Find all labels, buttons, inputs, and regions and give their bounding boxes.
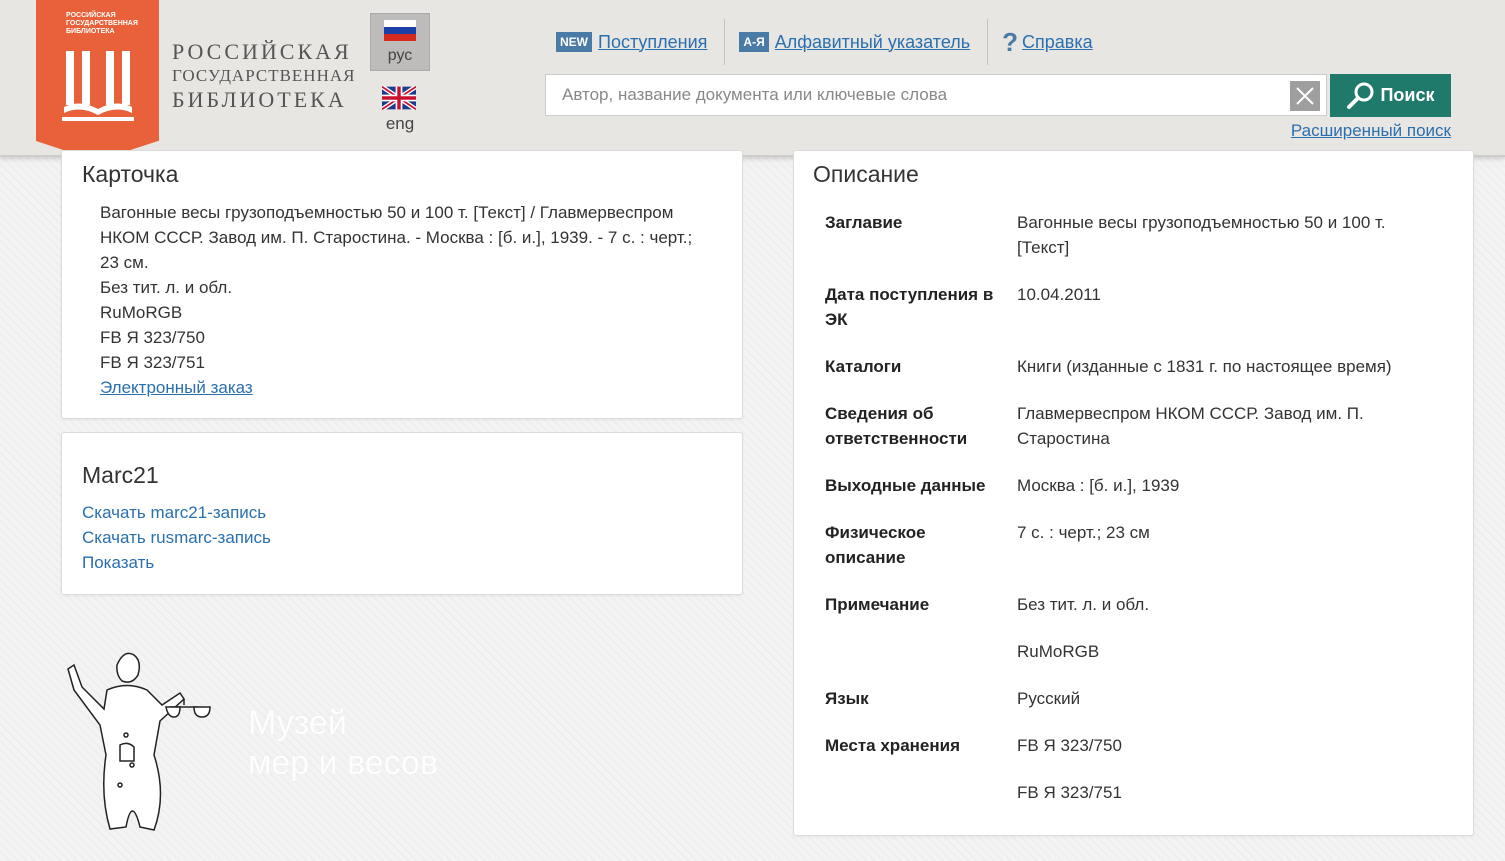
- description-value: Книги (изданные с 1831 г. по настоящее в…: [1017, 357, 1392, 376]
- description-value: FB Я 323/751: [1017, 783, 1122, 802]
- az-badge-icon: А-Я: [739, 32, 769, 52]
- description-key: Сведения об ответственности: [825, 404, 968, 448]
- description-value: Москва : [б. и.], 1939: [1017, 476, 1180, 495]
- card-line: RuMoRGB: [100, 303, 183, 322]
- description-value: Вагонные весы грузоподъемностью 50 и 100…: [1017, 213, 1386, 257]
- description-value: Русский: [1017, 689, 1081, 708]
- library-name-line1: РОССИЙСКАЯ: [172, 39, 352, 64]
- library-columns-icon: [62, 51, 134, 121]
- card-line: Без тит. л. и обл.: [100, 278, 233, 297]
- language-english-label: eng: [385, 114, 415, 133]
- nav-divider: [724, 19, 726, 65]
- card-body: Вагонные весы грузоподъемностью 50 и 100…: [100, 200, 710, 400]
- description-key: Дата поступления в ЭК: [825, 285, 994, 329]
- description-value: 7 с. : черт.; 23 см: [1017, 523, 1150, 542]
- nav-item-help[interactable]: ? Справка: [1002, 27, 1093, 58]
- museum-title-line1: Музей: [248, 704, 347, 742]
- card-title: Карточка: [82, 161, 179, 187]
- museum-figure-with-scales-icon: [67, 652, 211, 831]
- top-navigation: NEW Поступления А-Я Алфавитный указатель…: [556, 19, 1093, 65]
- search-clear-button[interactable]: [1290, 81, 1320, 111]
- close-icon: [1296, 87, 1314, 105]
- description-value: RuMoRGB: [1017, 642, 1100, 661]
- library-logo[interactable]: РОССИЙСКАЯ ГОСУДАРСТВЕННАЯ БИБЛИОТЕКА: [36, 0, 159, 161]
- nav-divider: [987, 19, 989, 65]
- description-key: Выходные данные: [825, 476, 986, 495]
- uk-flag-icon: [382, 86, 416, 110]
- help-question-icon: ?: [1002, 26, 1019, 57]
- language-russian-button[interactable]: рус: [370, 13, 430, 71]
- card-line: Вагонные весы грузоподъемностью 50 и 100…: [100, 203, 693, 272]
- description-value: 10.04.2011: [1017, 285, 1101, 304]
- card-line: FB Я 323/751: [100, 353, 205, 372]
- show-marc-link[interactable]: Показать: [82, 550, 271, 575]
- museum-title-line2: мер и весов: [248, 744, 439, 782]
- language-russian-label: рус: [387, 47, 413, 64]
- advanced-search-link[interactable]: Расширенный поиск: [1291, 121, 1451, 141]
- electronic-order-link[interactable]: Электронный заказ: [100, 378, 253, 397]
- description-panel: Описание Заглавие Вагонные весы грузопод…: [793, 150, 1474, 836]
- language-english-button[interactable]: eng: [382, 86, 418, 134]
- description-value: Главмервеспром НКОМ СССР. Завод им. П. С…: [1017, 404, 1364, 448]
- alphabetical-index-link[interactable]: Алфавитный указатель: [775, 32, 970, 53]
- description-value: FB Я 323/750: [1017, 736, 1122, 755]
- search-box: [545, 74, 1327, 116]
- description-key: Примечание: [825, 595, 930, 614]
- description-key: Заглавие: [825, 213, 903, 232]
- museum-title: Музей мер и весов: [248, 703, 438, 783]
- new-arrivals-link[interactable]: Поступления: [598, 32, 707, 53]
- description-key: Язык: [825, 689, 869, 708]
- nav-item-new-arrivals[interactable]: NEW Поступления: [556, 32, 707, 53]
- search-button-label: Поиск: [1380, 85, 1435, 105]
- museum-banner[interactable]: Музей мер и весов: [62, 645, 482, 835]
- russian-flag-icon: [384, 20, 416, 41]
- nav-item-alphabetical-index[interactable]: А-Я Алфавитный указатель: [739, 32, 970, 53]
- description-key: Каталоги: [825, 357, 902, 376]
- description-title: Описание: [813, 161, 919, 187]
- library-name: РОССИЙСКАЯ ГОСУДАРСТВЕННАЯ БИБЛИОТЕКА: [172, 40, 355, 112]
- search-input[interactable]: [560, 84, 1284, 106]
- description-key: Места хранения: [825, 736, 961, 755]
- description-value: Без тит. л. и обл.: [1017, 595, 1150, 614]
- download-rusmarc-link[interactable]: Скачать rusmarc-запись: [82, 525, 271, 550]
- new-badge-icon: NEW: [556, 32, 592, 52]
- logo-small-text: РОССИЙСКАЯ ГОСУДАРСТВЕННАЯ БИБЛИОТЕКА: [66, 12, 138, 35]
- library-name-line3: БИБЛИОТЕКА: [172, 87, 347, 112]
- library-name-line2: ГОСУДАРСТВЕННАЯ: [172, 66, 356, 85]
- search-button[interactable]: Поиск: [1330, 74, 1451, 117]
- magnifier-icon: [1347, 82, 1374, 109]
- description-key: Физическое описание: [825, 523, 926, 567]
- marc21-title: Marc21: [82, 462, 159, 488]
- help-link[interactable]: Справка: [1022, 32, 1093, 53]
- record-card-panel: Карточка Вагонные весы грузоподъемностью…: [61, 150, 743, 419]
- download-marc21-link[interactable]: Скачать marc21-запись: [82, 500, 271, 525]
- card-line: FB Я 323/750: [100, 328, 205, 347]
- site-header: РОССИЙСКАЯ ГОСУДАРСТВЕННАЯ БИБЛИОТЕКА РО…: [0, 0, 1505, 161]
- marc21-panel: Marc21 Скачать marc21-запись Скачать rus…: [61, 432, 743, 595]
- marc21-links: Скачать marc21-запись Скачать rusmarc-за…: [82, 500, 271, 575]
